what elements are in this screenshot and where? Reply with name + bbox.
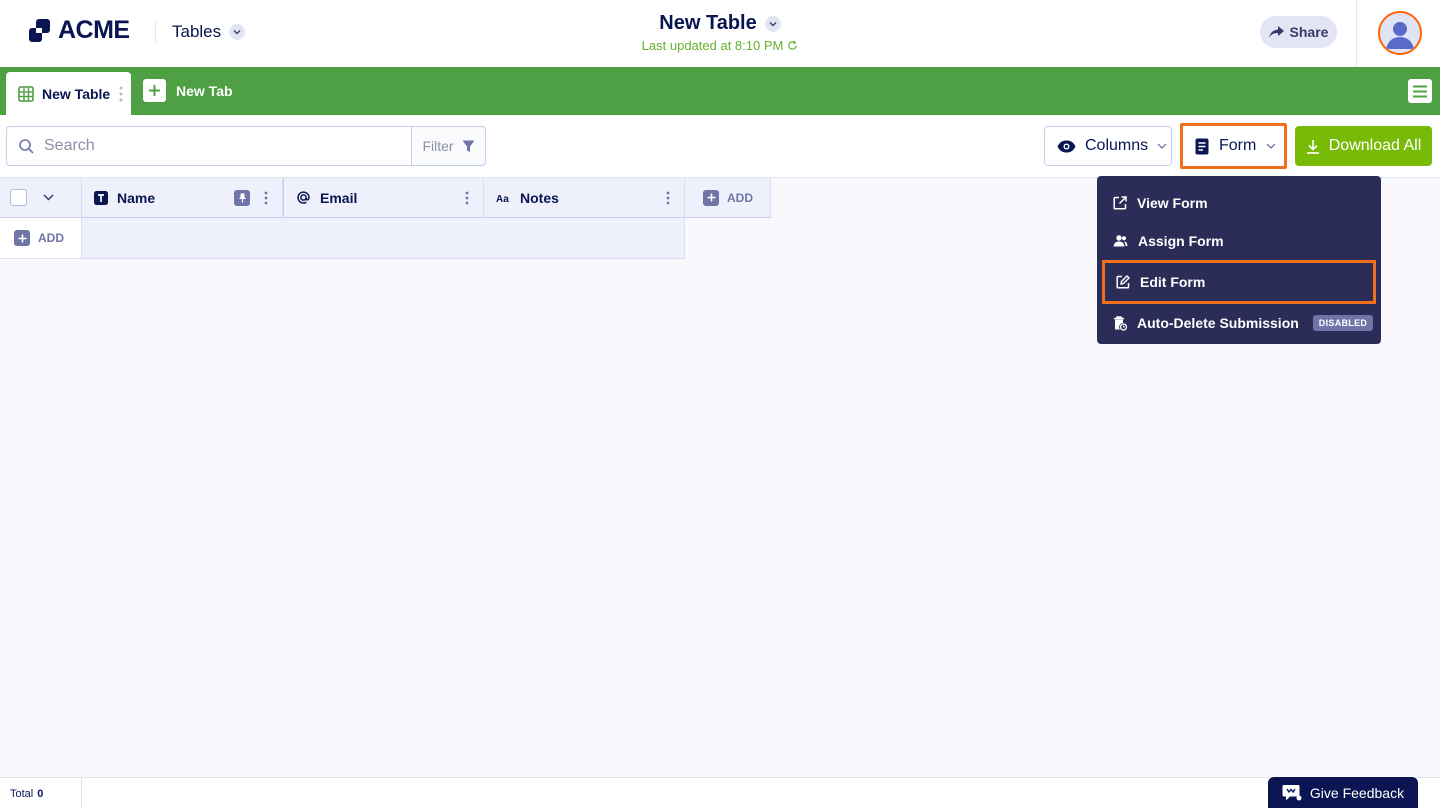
top-header: ACME Tables New Table Last updated at 8:… — [0, 0, 1440, 67]
last-updated-status: Last updated at 8:10 PM — [0, 38, 1440, 53]
filter-label: Filter — [422, 138, 454, 154]
footer-bar: Total 0 Give Feedback — [0, 777, 1440, 808]
toolbar: Filter Columns Form Download All — [0, 115, 1440, 178]
column-header-email[interactable]: Email — [283, 178, 484, 218]
chevron-down-icon — [1266, 143, 1276, 149]
columns-button[interactable]: Columns — [1044, 126, 1172, 166]
form-document-icon — [1195, 138, 1209, 154]
refresh-icon — [788, 40, 798, 50]
select-all-cell — [0, 178, 82, 218]
disabled-badge: DISABLED — [1312, 315, 1374, 331]
tab-bar: New Table New Tab — [0, 67, 1440, 115]
form-button[interactable]: Form — [1180, 123, 1287, 169]
menu-item-label: Assign Form — [1138, 233, 1224, 249]
text-type-icon — [94, 190, 108, 205]
download-icon — [1306, 139, 1319, 154]
pin-icon[interactable] — [234, 190, 250, 206]
total-value: 0 — [37, 787, 44, 800]
menu-item-label: Auto-Delete Submission — [1137, 315, 1299, 331]
menu-item-label: View Form — [1137, 195, 1208, 211]
column-options-icon[interactable] — [264, 191, 268, 208]
give-feedback-button[interactable]: Give Feedback — [1268, 777, 1418, 808]
share-label: Share — [1289, 24, 1329, 40]
columns-label: Columns — [1085, 137, 1149, 154]
column-label: Name — [117, 189, 156, 206]
table-header-row: Name Email Aa Notes ADD — [0, 178, 771, 218]
last-updated-text: Last updated at 8:10 PM — [641, 38, 784, 53]
plus-icon — [143, 79, 166, 102]
filter-button[interactable]: Filter — [411, 126, 486, 166]
menu-item-edit-form[interactable]: Edit Form — [1102, 260, 1376, 304]
add-row-label: ADD — [38, 231, 64, 245]
chevron-down-icon[interactable] — [43, 194, 54, 201]
aa-text-icon: Aa — [496, 194, 509, 204]
new-tab-label: New Tab — [176, 82, 233, 99]
menu-item-assign-form[interactable]: Assign Form — [1097, 222, 1381, 260]
menu-item-view-form[interactable]: View Form — [1097, 184, 1381, 222]
document-title[interactable]: New Table — [659, 12, 781, 35]
svg-text:Aa: Aa — [496, 194, 509, 204]
tab-new-table-label: New Table — [42, 85, 111, 102]
add-column-label: ADD — [727, 190, 753, 205]
total-label: Total — [10, 787, 34, 800]
edit-icon — [1116, 275, 1130, 289]
funnel-icon — [462, 140, 475, 152]
add-row-button[interactable]: ADD — [0, 218, 82, 258]
hamburger-menu-icon[interactable] — [1408, 79, 1432, 103]
menu-item-label: Edit Form — [1140, 274, 1206, 290]
column-header-name[interactable]: Name — [82, 178, 283, 218]
at-sign-icon — [297, 191, 310, 204]
user-avatar[interactable] — [1378, 11, 1422, 55]
document-title-area: New Table Last updated at 8:10 PM — [0, 12, 1440, 53]
external-link-icon — [1113, 196, 1127, 210]
column-header-notes[interactable]: Aa Notes — [484, 178, 685, 218]
plus-icon — [14, 230, 30, 246]
document-title-text: New Table — [659, 12, 757, 34]
user-avatar-icon — [1380, 13, 1420, 53]
add-column-button[interactable]: ADD — [685, 178, 771, 218]
empty-row-area — [82, 218, 685, 258]
share-arrow-icon — [1268, 26, 1284, 38]
plus-icon — [703, 189, 719, 206]
give-feedback-label: Give Feedback — [1309, 785, 1405, 801]
column-label: Email — [320, 189, 358, 206]
eye-icon — [1057, 140, 1076, 152]
column-options-icon[interactable] — [465, 191, 469, 208]
search-box[interactable] — [6, 126, 412, 166]
trash-clock-icon — [1114, 315, 1127, 331]
share-button[interactable]: Share — [1260, 16, 1337, 48]
download-all-button[interactable]: Download All — [1295, 126, 1432, 166]
header-vertical-divider — [1356, 0, 1357, 67]
search-icon — [19, 138, 34, 154]
select-all-checkbox[interactable] — [10, 189, 27, 206]
menu-item-auto-delete-submission[interactable]: Auto-Delete Submission DISABLED — [1097, 304, 1381, 342]
column-options-icon[interactable] — [666, 191, 670, 208]
tab-new-table[interactable]: New Table — [6, 72, 131, 115]
users-icon — [1113, 235, 1128, 247]
search-input[interactable] — [44, 137, 384, 155]
chevron-down-icon — [1157, 143, 1167, 149]
column-label: Notes — [520, 189, 559, 206]
form-label: Form — [1219, 137, 1257, 154]
tab-options-icon[interactable] — [119, 86, 123, 105]
feedback-chat-icon — [1282, 785, 1302, 801]
new-tab-button[interactable]: New Tab — [143, 79, 233, 102]
form-dropdown-menu: View Form Assign Form Edit Form Auto-Del… — [1097, 176, 1381, 344]
total-count: Total 0 — [0, 778, 82, 808]
table-grid-icon — [18, 85, 34, 102]
add-row-strip: ADD — [0, 218, 685, 259]
download-all-label: Download All — [1328, 137, 1422, 154]
title-chevron-down-icon[interactable] — [764, 15, 781, 32]
